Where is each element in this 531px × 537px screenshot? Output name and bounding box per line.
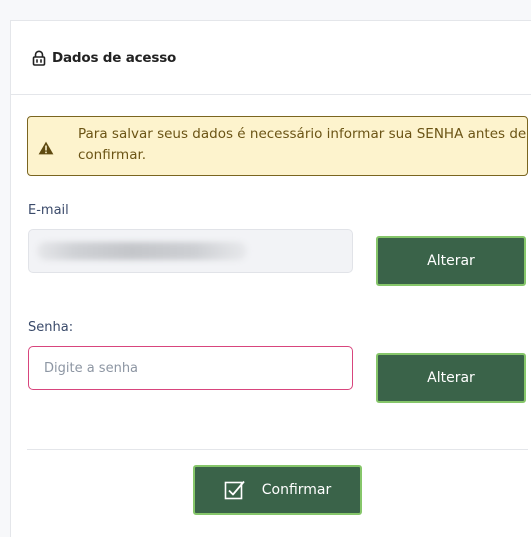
warning-alert: Para salvar seus dados é necessário info… [27, 116, 528, 176]
card-header: Dados de acesso [11, 21, 531, 95]
confirm-label: Confirmar [261, 482, 332, 498]
checkbox-check-icon [224, 479, 246, 501]
password-label: Senha: [28, 320, 74, 335]
password-input[interactable] [28, 346, 353, 390]
blurred-email-value [37, 242, 247, 260]
alert-message: Para salvar seus dados é necessário info… [78, 126, 527, 163]
change-password-button[interactable]: Alterar [376, 353, 526, 403]
divider [27, 449, 528, 450]
change-email-button[interactable]: Alterar [376, 236, 526, 286]
lock-icon [32, 50, 46, 66]
email-label: E-mail [28, 203, 69, 218]
warning-icon [38, 140, 54, 155]
email-field [28, 229, 353, 273]
confirm-button[interactable]: Confirmar [193, 465, 362, 515]
access-data-card: Dados de acesso Para salvar seus dados é… [10, 20, 531, 537]
card-title: Dados de acesso [52, 49, 177, 66]
